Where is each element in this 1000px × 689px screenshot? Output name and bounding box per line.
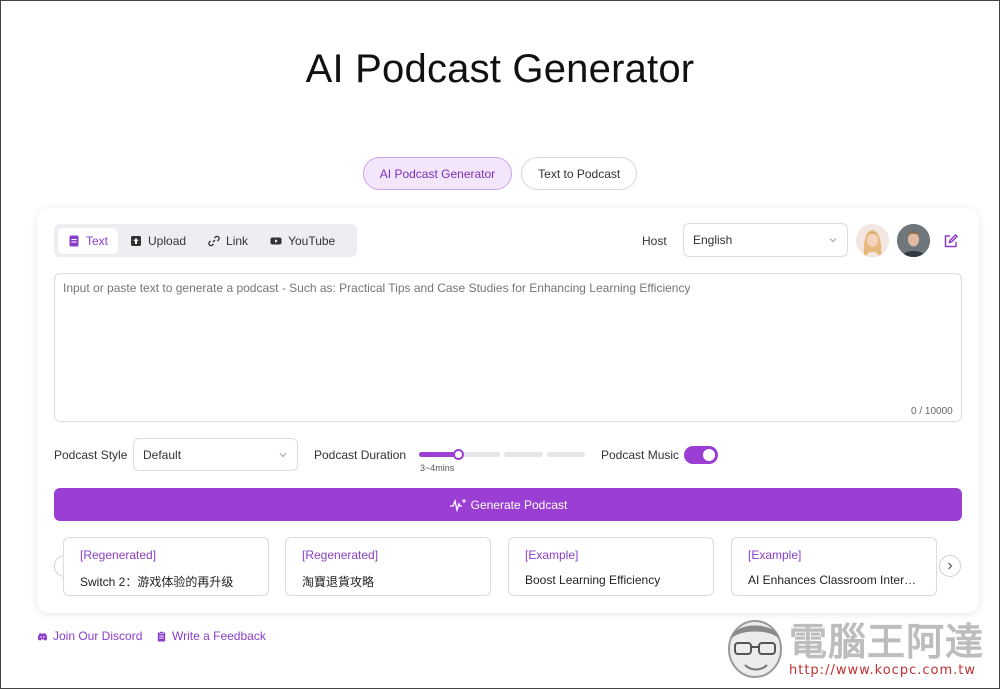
podcast-style-label: Podcast Style (54, 448, 128, 462)
duration-segment[interactable] (461, 452, 500, 457)
tab-ai-podcast-generator[interactable]: AI Podcast Generator (362, 157, 513, 190)
podcast-music-label: Podcast Music (601, 448, 680, 462)
podcast-music-toggle[interactable] (684, 446, 718, 464)
chevron-right-icon (948, 562, 953, 570)
host-label: Host (642, 234, 667, 248)
podcast-text-input[interactable] (54, 273, 962, 422)
podcast-duration-slider[interactable] (419, 449, 585, 460)
clipboard-icon (157, 630, 166, 642)
example-card[interactable]: [Example] Boost Learning Efficiency (508, 537, 714, 596)
example-title: AI Enhances Classroom Interaction (748, 573, 920, 587)
example-tag: [Example] (525, 548, 579, 562)
tab-youtube-label: YouTube (288, 233, 336, 248)
duration-segment[interactable] (504, 452, 543, 457)
edit-hosts-icon[interactable] (943, 233, 959, 249)
toggle-knob (703, 449, 715, 461)
tab-link[interactable]: Link (198, 228, 258, 254)
tab-upload[interactable]: Upload (120, 228, 196, 254)
write-feedback-link[interactable]: Write a Feedback (156, 629, 266, 643)
example-card[interactable]: [Example] AI Enhances Classroom Interact… (731, 537, 937, 596)
join-discord-label: Join Our Discord (53, 629, 143, 643)
example-tag: [Example] (748, 548, 802, 562)
example-card[interactable]: [Regenerated] 淘寶退貨攻略 (285, 537, 491, 596)
example-tag: [Regenerated] (302, 548, 379, 562)
example-carousel: [Regenerated] Switch 2：游戏体验的再升级 [Regener… (63, 536, 943, 598)
tab-link-label: Link (226, 233, 249, 248)
upload-icon (131, 235, 142, 246)
chevron-down-icon (279, 452, 287, 457)
link-icon (208, 235, 220, 246)
generate-podcast-label: Generate Podcast (470, 497, 568, 512)
example-title: Boost Learning Efficiency (525, 573, 661, 587)
host-avatar-female[interactable] (856, 224, 889, 257)
tab-text-label: Text (86, 233, 109, 248)
example-title: 淘寶退貨攻略 (302, 575, 375, 589)
tab-upload-label: Upload (148, 233, 187, 248)
duration-segment[interactable] (419, 452, 458, 457)
examples-next-button[interactable] (939, 555, 961, 577)
write-feedback-label: Write a Feedback (172, 629, 266, 643)
character-counter: 0 / 10000 (911, 406, 953, 417)
duration-segment[interactable] (546, 452, 585, 457)
host-language-select[interactable]: English (683, 223, 848, 257)
page-title: AI Podcast Generator (305, 47, 695, 91)
watermark: 電腦王阿達 http://www.kocpc.com.tw (719, 605, 995, 687)
tab-youtube[interactable]: YouTube (260, 228, 345, 254)
discord-icon (37, 632, 48, 640)
tab-text-to-podcast[interactable]: Text to Podcast (521, 157, 638, 190)
example-card[interactable]: [Regenerated] Switch 2：游戏体验的再升级 (63, 537, 269, 596)
example-tag: [Regenerated] (80, 548, 157, 562)
podcast-duration-label: Podcast Duration (314, 448, 407, 462)
join-discord-link[interactable]: Join Our Discord (37, 629, 142, 643)
watermark-text: 電腦王阿達 (789, 620, 985, 664)
mascot-logo-icon (728, 620, 782, 678)
woman-avatar-icon (856, 224, 889, 257)
chevron-down-icon (829, 238, 837, 243)
input-source-tabs: Text Upload Link YouTube (54, 224, 357, 257)
generator-card: Text Upload Link YouTube Host English In… (37, 208, 979, 613)
generate-podcast-button[interactable]: Generate Podcast (54, 488, 962, 521)
duration-slider-thumb[interactable] (452, 449, 464, 460)
man-avatar-icon (897, 224, 930, 257)
youtube-icon (270, 237, 282, 244)
podcast-style-value: Default (143, 447, 182, 462)
tab-text[interactable]: Text (58, 227, 119, 254)
podcast-style-select[interactable]: Default (133, 438, 298, 471)
podcast-duration-value: 3~4mins (420, 463, 455, 473)
mode-tabs: AI Podcast Generator Text to Podcast (1, 157, 999, 190)
host-language-value: English (693, 233, 733, 247)
host-avatar-male[interactable] (897, 224, 930, 257)
document-icon (69, 235, 79, 246)
example-title: Switch 2：游戏体验的再升级 (80, 575, 234, 589)
sparkle-wave-icon (449, 498, 466, 512)
watermark-url: http://www.kocpc.com.tw (789, 663, 976, 678)
